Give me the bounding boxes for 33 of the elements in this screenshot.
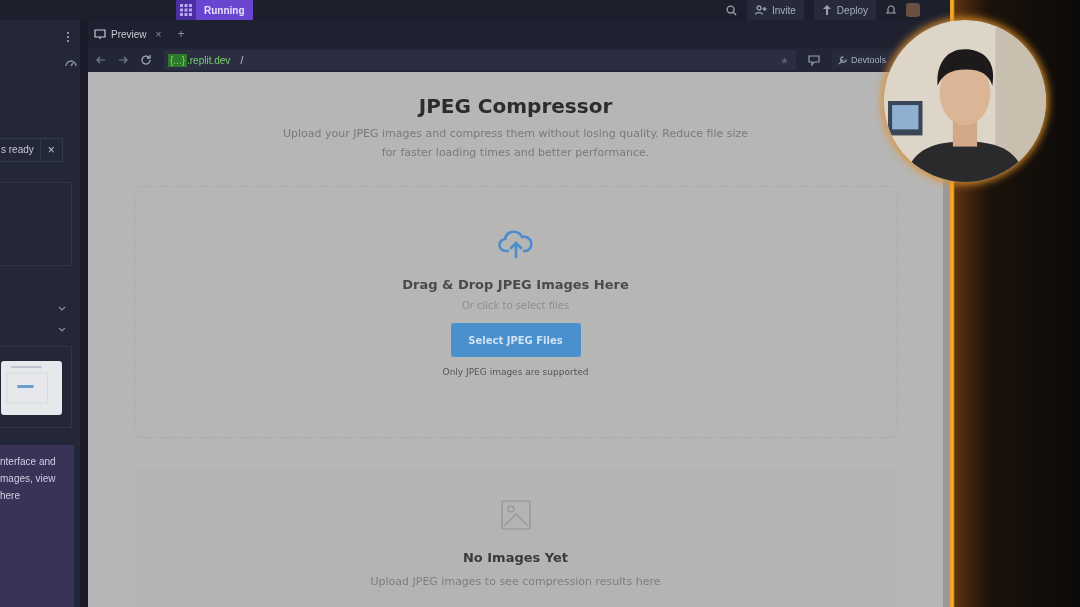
gauge-icon[interactable]	[65, 59, 77, 67]
chat-bubble-icon[interactable]	[808, 54, 820, 66]
invite-button[interactable]: Invite	[746, 0, 804, 20]
forward-icon[interactable]	[118, 55, 128, 65]
add-user-icon	[754, 5, 767, 15]
new-tab-button[interactable]: +	[171, 26, 191, 42]
notice-text: s ready	[0, 143, 35, 157]
drop-note: Only JPEG images are supported	[442, 367, 589, 377]
results-heading: No Images Yet	[462, 550, 569, 565]
deploy-button[interactable]: Deploy	[813, 0, 876, 20]
chevron-icon[interactable]	[58, 306, 66, 311]
back-icon[interactable]	[96, 55, 106, 65]
run-status-button[interactable]: Running	[196, 0, 253, 20]
reload-icon[interactable]	[140, 54, 152, 66]
drop-heading: Drag & Drop JPEG Images Here	[402, 277, 629, 292]
close-button[interactable]: ×	[39, 139, 62, 161]
preview-tab[interactable]: Preview ×	[92, 24, 168, 44]
devtools-button[interactable]: Devtools	[832, 51, 892, 69]
app-description: Upload your JPEG images and compress them without losing quality. Reduce file size for faster loading times and better performance.	[281, 126, 750, 161]
chat-message: nterface and mages, view here	[0, 445, 74, 607]
url-field[interactable]: {...} .replit.dev /	[164, 50, 796, 70]
app-title: JPEG Compressor	[418, 94, 613, 118]
star-icon[interactable]	[781, 56, 788, 64]
chevron-icon[interactable]	[58, 327, 66, 332]
thumbnail-drawing[interactable]	[1, 361, 62, 415]
grid-icon	[180, 4, 192, 16]
monitor-icon	[94, 28, 106, 40]
wrench-icon	[838, 55, 847, 65]
image-icon	[500, 500, 531, 530]
search-icon[interactable]	[725, 4, 737, 16]
cloud-upload-icon	[497, 229, 534, 259]
upload-arrow-icon	[821, 5, 832, 15]
bell-icon[interactable]	[886, 5, 896, 15]
